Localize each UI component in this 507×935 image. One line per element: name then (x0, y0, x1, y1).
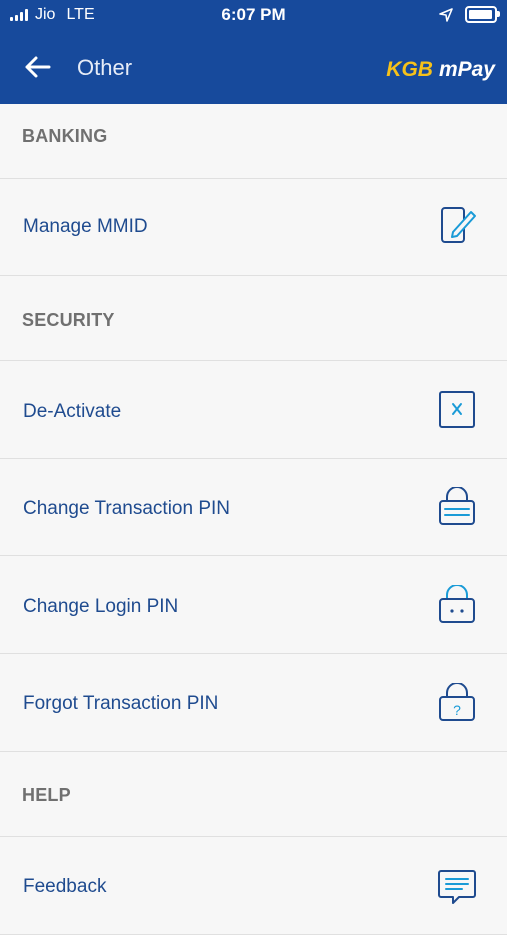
status-bar: Jio LTE 6:07 PM (0, 0, 507, 30)
section-header-security: SECURITY (0, 276, 507, 361)
location-arrow-icon (439, 7, 453, 22)
status-time: 6:07 PM (221, 5, 286, 24)
menu-item-feedback[interactable]: Feedback (0, 837, 507, 935)
app-logo: KGB mPay (386, 58, 495, 82)
menu-item-change-transaction-pin[interactable]: Change Transaction PIN (0, 459, 507, 556)
battery-icon (465, 6, 500, 23)
lock-dots-icon (439, 585, 475, 623)
section-title-banking: BANKING (22, 126, 108, 146)
section-title-help: HELP (22, 785, 71, 805)
menu-item-label: De-Activate (23, 401, 122, 422)
menu-item-manage-mmid[interactable]: Manage MMID (0, 179, 507, 276)
menu-item-deactivate[interactable]: De-Activate (0, 361, 507, 459)
section-title-security: SECURITY (22, 310, 115, 330)
section-header-banking: BANKING (0, 104, 507, 179)
menu-item-forgot-transaction-pin[interactable]: Forgot Transaction PIN ? (0, 654, 507, 752)
feedback-chat-icon (438, 870, 476, 904)
logo-kgb: KGB (386, 58, 433, 81)
page-title: Other (77, 55, 133, 80)
status-right (439, 6, 500, 23)
back-button[interactable] (22, 50, 56, 84)
menu-item-label: Forgot Transaction PIN (23, 693, 219, 714)
menu-item-label: Change Transaction PIN (23, 498, 231, 519)
edit-phone-icon (441, 207, 476, 243)
nav-bar: Other KGB mPay (0, 40, 507, 96)
menu-item-label: Change Login PIN (23, 596, 179, 617)
section-header-help: HELP (0, 752, 507, 837)
lock-lines-icon (439, 487, 475, 525)
deactivate-x-icon (439, 391, 475, 428)
menu-item-change-login-pin[interactable]: Change Login PIN (0, 556, 507, 654)
logo-mpay: mPay (438, 58, 495, 81)
back-arrow-icon (25, 56, 51, 78)
lock-question-icon: ? (439, 683, 475, 721)
menu-item-label: Manage MMID (23, 216, 148, 237)
menu-item-label: Feedback (23, 876, 107, 897)
svg-text:?: ? (453, 702, 461, 718)
app-header: Jio LTE 6:07 PM Other KGB mPay (0, 0, 507, 104)
